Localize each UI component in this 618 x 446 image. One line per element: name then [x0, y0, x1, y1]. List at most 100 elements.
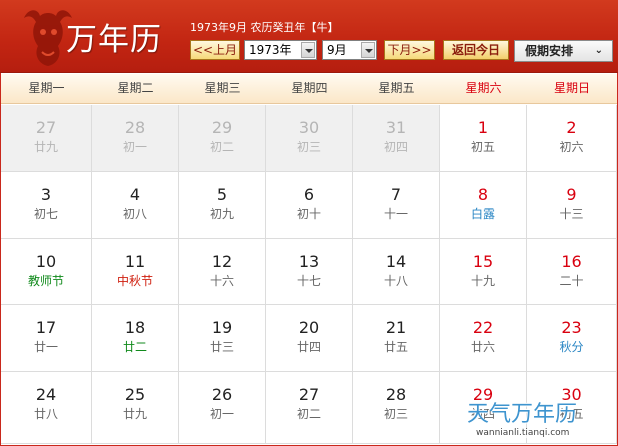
lunar-date: 初五: [470, 140, 495, 154]
calendar-day-cell[interactable]: 15 十九: [440, 239, 527, 305]
calendar-day-cell[interactable]: 16 二十: [527, 239, 617, 305]
calendar-day-cell[interactable]: 5 初九: [179, 172, 266, 239]
day-number: 4: [129, 185, 141, 204]
day-number: 28: [385, 385, 407, 404]
calendar-header: 万年历 1973年9月 农历癸丑年【牛】 <<上月 1973年 9月 下月>> …: [0, 0, 618, 73]
day-number: 13: [298, 252, 320, 271]
calendar-day-cell[interactable]: 29 初二: [179, 105, 266, 172]
calendar-day-cell[interactable]: 28 初三: [353, 372, 440, 444]
solar-term-label: 白露: [470, 207, 495, 221]
weekday-label: 星期四: [291, 81, 328, 95]
year-dropdown-arrow-icon[interactable]: [301, 42, 315, 58]
lunar-date: 初二: [209, 140, 234, 154]
lunar-date: 初六: [559, 140, 584, 154]
day-number: 29: [211, 118, 233, 137]
calendar-day-cell[interactable]: 1 初五: [440, 105, 527, 172]
day-number: 15: [472, 252, 494, 271]
lunar-date: 廿六: [470, 340, 495, 354]
calendar-day-cell[interactable]: 26 初一: [179, 372, 266, 444]
day-number: 20: [298, 318, 320, 337]
calendar-day-cell[interactable]: 10 教师节: [1, 239, 92, 305]
next-month-button[interactable]: 下月>>: [384, 40, 435, 60]
calendar-day-cell[interactable]: 28 初一: [92, 105, 179, 172]
calendar-day-cell[interactable]: 11 中秋节: [92, 239, 179, 305]
day-number: 8: [477, 185, 489, 204]
lunar-date: 廿五: [383, 340, 408, 354]
calendar-day-cell[interactable]: 30 初三: [266, 105, 353, 172]
lunar-date: 初四: [383, 140, 408, 154]
festival-label: 教师节: [27, 274, 64, 288]
day-number: 28: [124, 118, 146, 137]
calendar-day-cell[interactable]: 22 廿六: [440, 305, 527, 372]
lunar-date: 初三: [383, 407, 408, 421]
calendar-day-cell[interactable]: 4 初八: [92, 172, 179, 239]
day-number: 16: [561, 252, 582, 271]
calendar-day-cell[interactable]: 3 初七: [1, 172, 92, 239]
back-to-today-button[interactable]: 返回今日: [443, 40, 509, 60]
calendar-day-cell[interactable]: 27 廿九: [1, 105, 92, 172]
calendar-day-cell[interactable]: 21 廿五: [353, 305, 440, 372]
day-number: 25: [124, 385, 146, 404]
holiday-dropdown-label: 假期安排: [525, 44, 574, 58]
lunar-year-info: 1973年9月 农历癸丑年【牛】: [190, 21, 339, 34]
lunar-date: 十九: [470, 274, 495, 288]
calendar-day-cell[interactable]: 8 白露: [440, 172, 527, 239]
weekday-label: 星期六: [465, 81, 502, 95]
day-number: 9: [566, 185, 577, 204]
calendar-day-cell[interactable]: 12 十六: [179, 239, 266, 305]
chevron-down-icon: ⌄: [594, 45, 603, 56]
weekday-label: 星期二: [117, 81, 154, 95]
lunar-date: 廿三: [209, 340, 234, 354]
lunar-date: 初十: [296, 207, 321, 221]
calendar-day-cell[interactable]: 6 初十: [266, 172, 353, 239]
lunar-date: 廿四: [296, 340, 321, 354]
calendar-day-cell[interactable]: 9 十三: [527, 172, 617, 239]
lunar-date: 廿一: [33, 340, 58, 354]
lunar-date: 十三: [559, 207, 584, 221]
day-number: 26: [211, 385, 233, 404]
calendar-day-cell[interactable]: 20 廿四: [266, 305, 353, 372]
holiday-arrangement-dropdown[interactable]: 假期安排 ⌄: [514, 40, 613, 62]
lunar-date: 初三: [296, 140, 321, 154]
calendar-day-cell[interactable]: 13 十七: [266, 239, 353, 305]
day-number: 22: [472, 318, 494, 337]
weekday-label: 星期日: [553, 81, 590, 95]
calendar-day-cell[interactable]: 18 廿二: [92, 305, 179, 372]
lunar-date: 十七: [296, 274, 321, 288]
site-watermark: 天气万年历 wannianli.tianqi.com: [467, 396, 613, 442]
day-number: 14: [385, 252, 407, 271]
lunar-date: 十八: [383, 274, 408, 288]
calendar-day-cell[interactable]: 7 十一: [353, 172, 440, 239]
weekday-label: 星期五: [378, 81, 415, 95]
day-number: 2: [566, 118, 577, 137]
month-select-value: 9月: [327, 43, 347, 57]
year-select[interactable]: 1973年: [244, 40, 317, 60]
day-number: 12: [211, 252, 233, 271]
lunar-date: 初七: [33, 207, 58, 221]
calendar-day-cell[interactable]: 14 十八: [353, 239, 440, 305]
festival-label: 中秋节: [116, 274, 153, 288]
calendar-day-cell[interactable]: 31 初四: [353, 105, 440, 172]
lunar-date: 初一: [122, 140, 147, 154]
calendar-day-cell[interactable]: 2 初六: [527, 105, 617, 172]
calendar-day-cell[interactable]: 25 廿九: [92, 372, 179, 444]
calendar-day-cell[interactable]: 27 初二: [266, 372, 353, 444]
day-number: 23: [561, 318, 582, 337]
day-number: 18: [124, 318, 146, 337]
calendar-day-cell[interactable]: 23 秋分: [527, 305, 617, 372]
weekday-header-row: 星期一 星期二 星期三 星期四 星期五 星期六 星期日: [1, 74, 617, 104]
calendar-day-cell[interactable]: 19 廿三: [179, 305, 266, 372]
calendar-day-grid: 27 廿九 28 初一 29 初二 30 初三 31 初四 1 初五 2 初六 3 初七 4 初八…: [1, 105, 617, 445]
prev-month-button[interactable]: <<上月: [190, 40, 240, 60]
calendar-day-cell[interactable]: 17 廿一: [1, 305, 92, 372]
day-number: 30: [298, 118, 320, 137]
month-select[interactable]: 9月: [322, 40, 377, 60]
lunar-date: 廿二: [122, 340, 147, 354]
month-dropdown-arrow-icon[interactable]: [361, 42, 375, 58]
calendar-day-cell[interactable]: 24 廿八: [1, 372, 92, 444]
day-number: 24: [35, 385, 57, 404]
lunar-date: 十六: [209, 274, 234, 288]
day-number: 19: [211, 318, 233, 337]
day-number: 27: [35, 118, 57, 137]
day-number: 21: [385, 318, 407, 337]
